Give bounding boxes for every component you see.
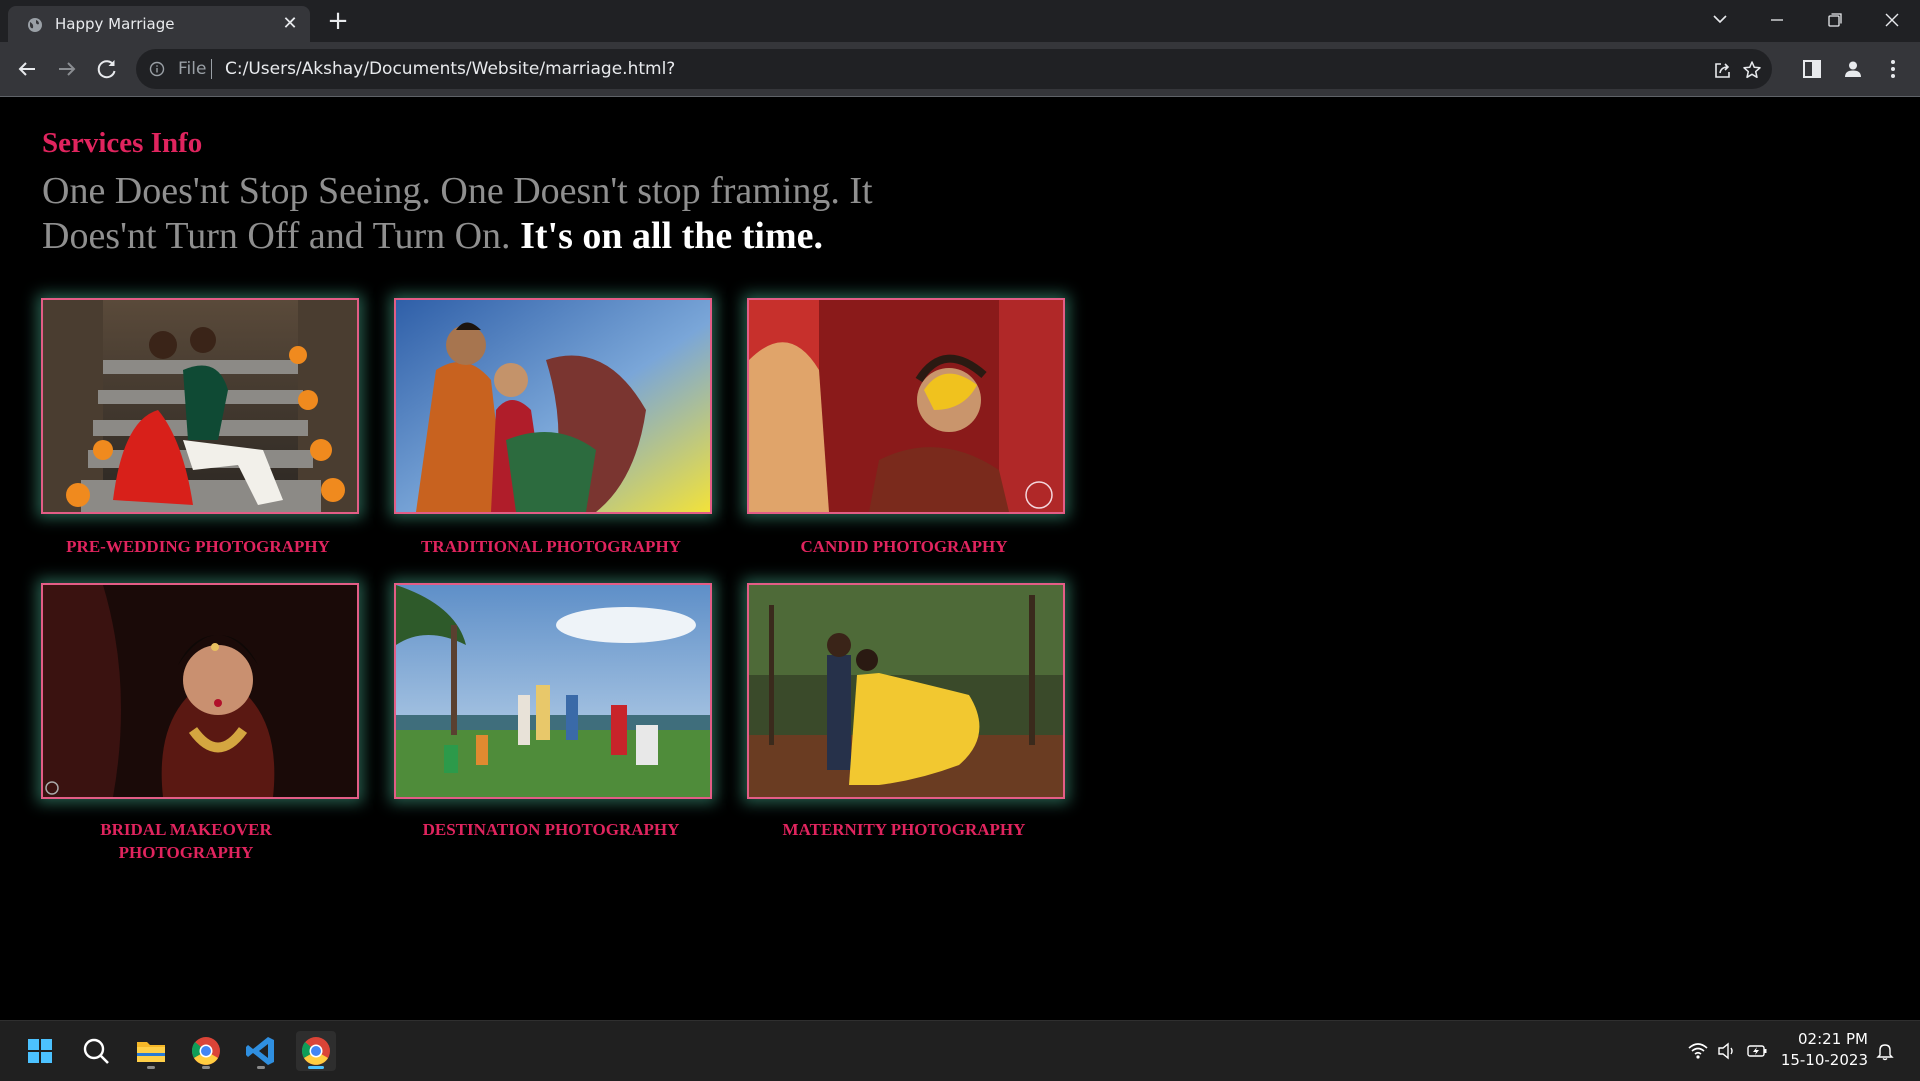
page-content: Services Info One Does'nt Stop Seeing. O… (0, 97, 1920, 1020)
service-caption[interactable]: PRE-WEDDING PHOTOGRAPHY (41, 535, 355, 558)
profile-icon[interactable] (1841, 57, 1865, 81)
globe-icon (28, 18, 42, 32)
wifi-icon[interactable] (1687, 1040, 1709, 1062)
tab-search-chevron-icon[interactable] (1700, 6, 1740, 34)
service-card-traditional[interactable] (394, 298, 712, 514)
address-bar[interactable]: File C:/Users/Akshay/Documents/Website/m… (136, 49, 1772, 89)
service-caption[interactable]: TRADITIONAL PHOTOGRAPHY (394, 535, 708, 558)
file-explorer-button[interactable] (131, 1031, 171, 1071)
menu-kebab-icon[interactable] (1881, 57, 1905, 81)
service-card-destination[interactable] (394, 583, 712, 799)
browser-tab[interactable]: Happy Marriage ✕ (8, 6, 310, 42)
url-scheme-label: File (178, 59, 207, 79)
taskbar-search-button[interactable] (76, 1031, 116, 1071)
browser-toolbar: File C:/Users/Akshay/Documents/Website/m… (0, 42, 1920, 97)
browser-titlebar: Happy Marriage ✕ + (0, 0, 1920, 42)
close-window-button[interactable] (1872, 6, 1912, 34)
tagline-emphasis: It's on all the time. (520, 215, 823, 257)
app-running-indicator (257, 1066, 265, 1069)
new-tab-button[interactable]: + (326, 8, 350, 34)
minimize-button[interactable] (1757, 6, 1797, 34)
chrome-icon (191, 1037, 220, 1065)
service-card-pre-wedding[interactable] (41, 298, 359, 514)
chrome-active-icon (301, 1037, 330, 1065)
vscode-taskbar-button[interactable] (241, 1031, 281, 1071)
app-active-indicator (308, 1066, 324, 1069)
side-panel-icon[interactable] (1800, 57, 1824, 81)
service-caption[interactable]: CANDID PHOTOGRAPHY (747, 535, 1061, 558)
chrome-active-taskbar-button[interactable] (296, 1031, 336, 1071)
candid-photo (749, 300, 1063, 512)
vscode-icon (246, 1037, 274, 1065)
folder-icon (137, 1042, 165, 1062)
search-icon (83, 1038, 109, 1064)
service-caption[interactable]: BRIDAL MAKEOVER PHOTOGRAPHY (61, 818, 311, 864)
windows-logo-icon (28, 1039, 52, 1063)
bookmark-star-icon[interactable] (1741, 59, 1763, 81)
back-arrow-icon[interactable] (11, 53, 43, 85)
url-separator (211, 59, 212, 79)
system-clock[interactable]: 02:21 PM 15-10-2023 (1778, 1029, 1868, 1071)
forward-arrow-icon[interactable] (51, 53, 83, 85)
tab-close-button[interactable]: ✕ (280, 14, 300, 34)
volume-icon[interactable] (1716, 1040, 1738, 1062)
app-running-indicator (202, 1066, 210, 1069)
service-caption[interactable]: MATERNITY PHOTOGRAPHY (747, 818, 1061, 841)
destination-photo (396, 585, 710, 797)
bridal-makeover-photo (43, 585, 357, 797)
taskbar: 02:21 PM 15-10-2023 (0, 1020, 1920, 1081)
battery-charging-icon[interactable] (1746, 1040, 1768, 1062)
restore-button[interactable] (1814, 6, 1854, 34)
info-icon[interactable] (149, 61, 165, 77)
app-running-indicator (147, 1066, 155, 1069)
chrome-taskbar-button[interactable] (186, 1031, 226, 1071)
notification-bell-icon[interactable] (1874, 1040, 1896, 1062)
clock-time: 02:21 PM (1798, 1030, 1868, 1048)
url-text[interactable]: C:/Users/Akshay/Documents/Website/marria… (225, 59, 675, 79)
service-caption[interactable]: DESTINATION PHOTOGRAPHY (394, 818, 708, 841)
pre-wedding-photo (43, 300, 357, 512)
service-card-candid[interactable] (747, 298, 1065, 514)
service-card-bridal-makeover[interactable] (41, 583, 359, 799)
tagline: One Does'nt Stop Seeing. One Doesn't sto… (42, 169, 962, 259)
clock-date: 15-10-2023 (1780, 1051, 1868, 1069)
services-heading: Services Info (42, 127, 203, 159)
service-card-maternity[interactable] (747, 583, 1065, 799)
maternity-photo (749, 585, 1063, 797)
share-icon[interactable] (1712, 59, 1734, 81)
start-button[interactable] (20, 1031, 60, 1071)
reload-icon[interactable] (91, 53, 123, 85)
tab-title: Happy Marriage (55, 15, 175, 33)
traditional-photo (396, 300, 710, 512)
